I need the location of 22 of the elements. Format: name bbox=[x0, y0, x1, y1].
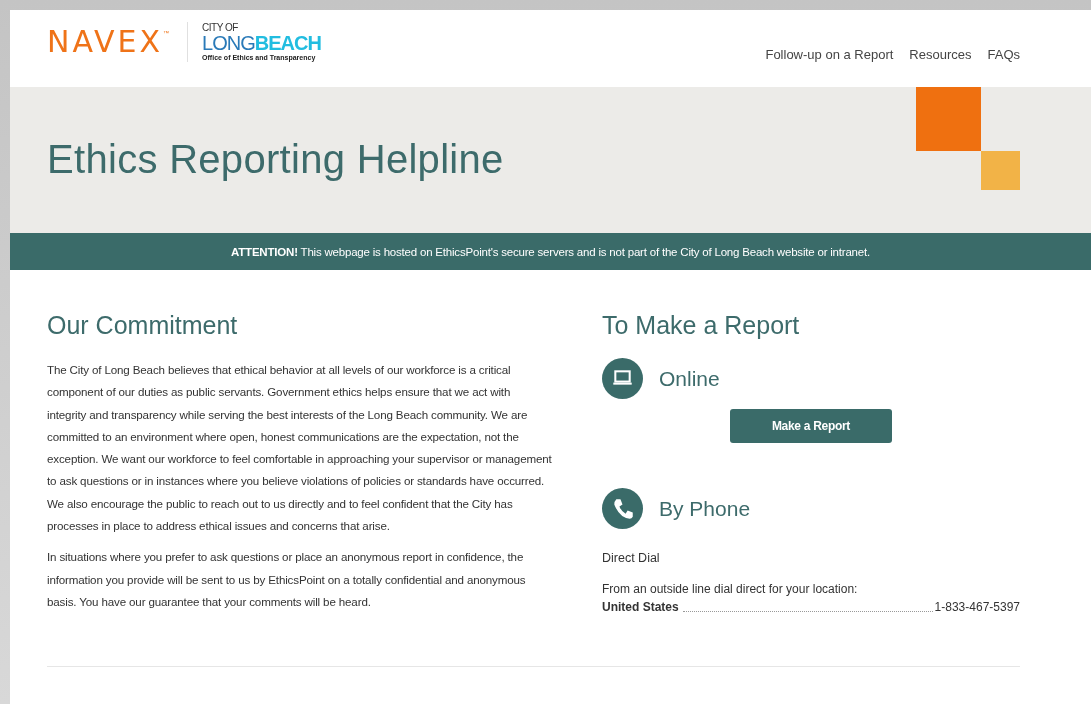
make-report-button[interactable]: Make a Report bbox=[730, 409, 892, 443]
nav-link[interactable]: Follow-up on a Report bbox=[765, 47, 894, 62]
navex-logo: NAVEX bbox=[47, 24, 164, 60]
long-text: LONG bbox=[202, 33, 255, 53]
phone-icon bbox=[602, 488, 643, 529]
country-name: United States bbox=[602, 600, 679, 614]
page-title: Ethics Reporting Helpline bbox=[47, 136, 504, 183]
paragraph: In situations where you prefer to ask questions or place an anonymous report in confidence, the information you provide will be sent to us by EthicsPoint on a totally confidential and anonymous basis. You have our guarantee that your comments will be heard. bbox=[47, 549, 527, 610]
paragraph: The City of Long Beach believes that ethical behavior at all levels of our workforce is a critical component of our duties as public servants. Government ethics helps ensure that we act with integrity and transparency while serving the best interests of the Long Beach community. We are committed to an environment where open, honest communications are the expectation, not the exception. We want our workforce to feel comfortable in approaching your supervisor or management to ask questions or in instances where you believe violations of policies or standards have occurred. We also encourage the public to reach out to us directly and to feel confident that the City has processes in place to address ethical issues and concerns that arise. bbox=[47, 362, 552, 535]
subheading: Direct Dial bbox=[602, 551, 661, 565]
beach-text: BEACH bbox=[254, 33, 321, 53]
instruction-text: From an outside line dial direct for your location: bbox=[602, 582, 859, 596]
city-of-text: CITY OF bbox=[202, 23, 239, 33]
method-heading: Online bbox=[659, 366, 720, 391]
method-heading: By Phone bbox=[659, 496, 751, 521]
laptop-icon bbox=[602, 358, 643, 399]
section-heading: To Make a Report bbox=[602, 310, 801, 340]
section-heading: Our Commitment bbox=[47, 310, 239, 340]
nav-link[interactable]: Resources bbox=[909, 47, 972, 62]
nav-link[interactable]: FAQs bbox=[987, 47, 1020, 62]
phone-number: 1-833-467-5397 bbox=[934, 600, 1020, 614]
notice-text: ATTENTION! This webpage is hosted on EthicsPoint's secure servers and is not part of the City of Long Beach website or intranet. bbox=[231, 245, 870, 258]
